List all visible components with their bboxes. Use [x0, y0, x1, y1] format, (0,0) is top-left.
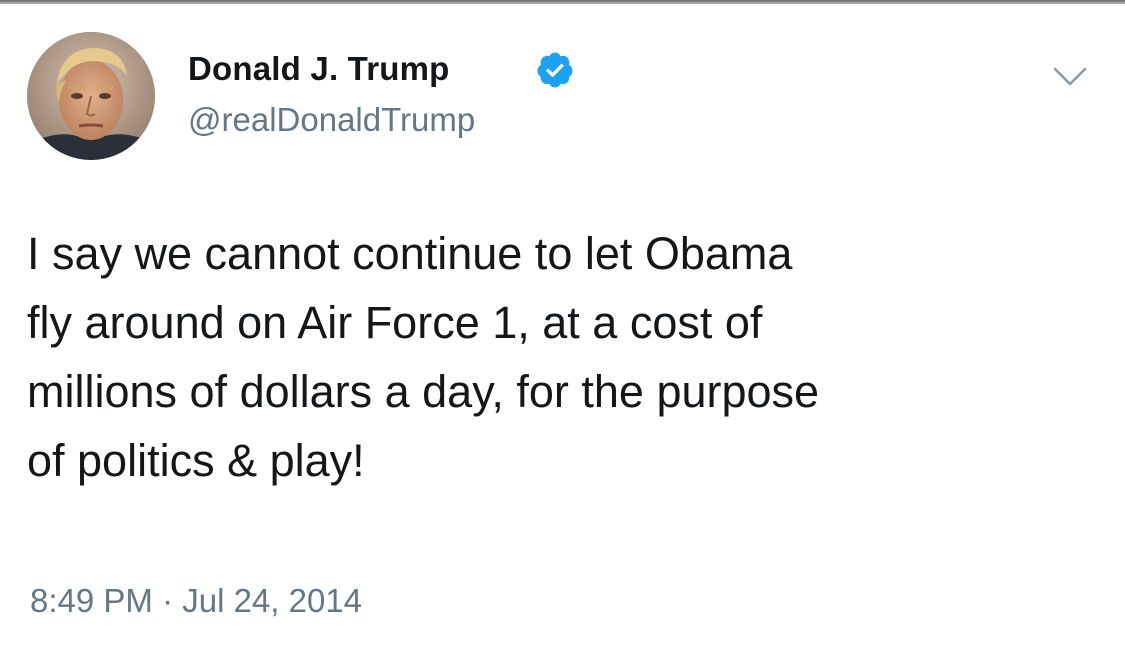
user-handle[interactable]: @realDonaldTrump — [188, 101, 475, 139]
user-display-name[interactable]: Donald J. Trump — [188, 50, 450, 88]
tweet-text: I say we cannot continue to let Obama fl… — [27, 228, 820, 486]
verified-badge-icon — [537, 52, 573, 88]
tweet-card: Donald J. Trump @realDonaldTrump I say w… — [0, 4, 1125, 649]
avatar[interactable] — [27, 32, 155, 160]
chevron-down-icon[interactable] — [1052, 66, 1088, 88]
tweet-timestamp[interactable]: 8:49 PM · Jul 24, 2014 — [30, 582, 362, 620]
avatar-image — [27, 32, 155, 160]
